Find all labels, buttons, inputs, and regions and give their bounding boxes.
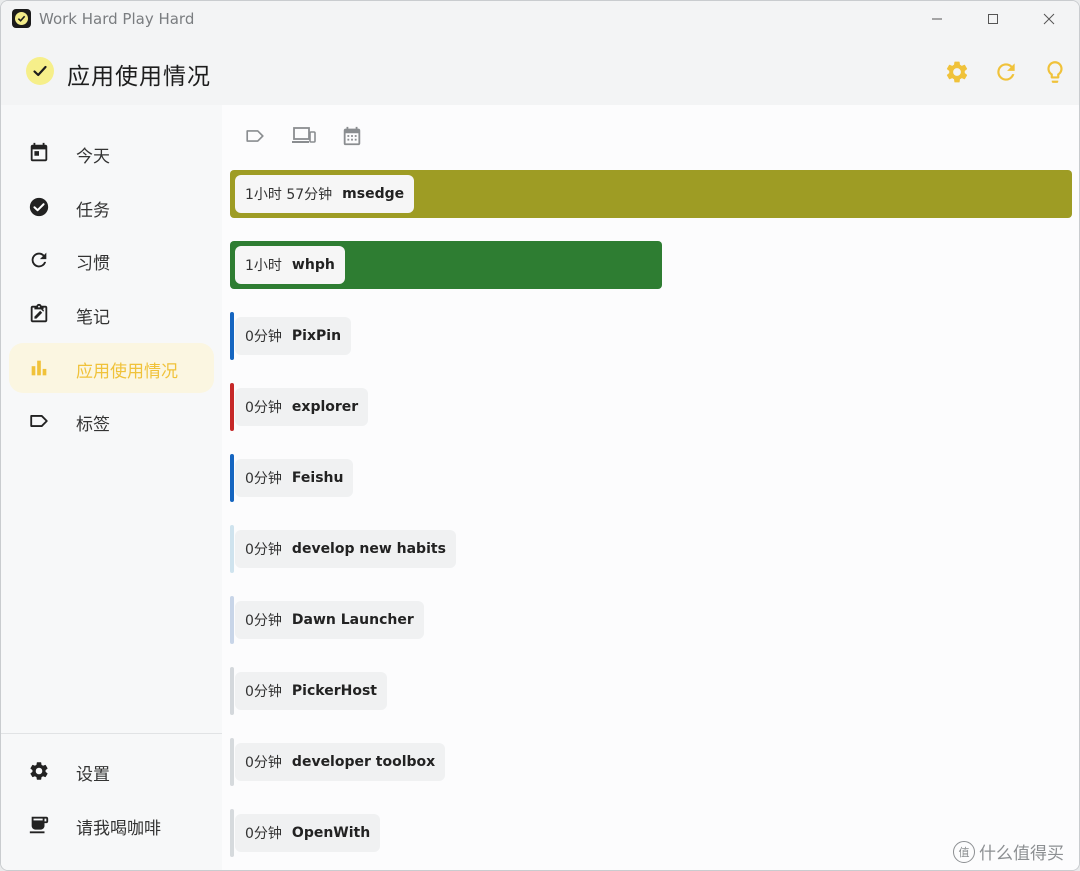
calendar-today-icon (27, 141, 51, 165)
watermark-text: 什么值得买 (979, 844, 1064, 864)
sidebar-item-settings[interactable]: 设置 (9, 746, 214, 796)
usage-label: 0分钟 develop new habits (235, 530, 456, 568)
usage-app-name: Feishu (291, 470, 344, 486)
usage-label: 0分钟 explorer (235, 388, 369, 426)
sidebar-divider (1, 733, 222, 734)
sidebar: 今天 任务 习惯 笔记 应用使用情况 标签 设置 请我喝咖啡 (1, 105, 222, 870)
title-bar: Work Hard Play Hard (1, 1, 1079, 37)
sidebar-item-buy-coffee[interactable]: 请我喝咖啡 (9, 800, 214, 850)
usage-duration: 0分钟 (245, 613, 282, 629)
lightbulb-icon[interactable] (1040, 57, 1070, 87)
app-window: Work Hard Play Hard 应用使用情况 今天 任务 习惯 笔记 应… (0, 0, 1080, 871)
usage-app-name: whph (291, 257, 335, 273)
usage-duration: 0分钟 (245, 755, 282, 771)
usage-bar (230, 667, 234, 715)
usage-panel: 1小时 57分钟 msedge 1小时 whph 0分钟 PixPin 0分钟 explore… (222, 105, 1079, 870)
usage-label: 0分钟 Dawn Launcher (235, 601, 424, 639)
usage-label: 0分钟 OpenWith (235, 814, 381, 852)
usage-bar (230, 383, 234, 431)
refresh-icon[interactable] (991, 57, 1021, 87)
usage-label: 0分钟 PixPin (235, 317, 352, 355)
page-header: 应用使用情况 (1, 37, 1079, 105)
usage-bar (230, 312, 234, 360)
usage-duration: 0分钟 (245, 471, 282, 487)
usage-bar (230, 738, 234, 786)
bar-chart-icon (27, 356, 51, 380)
usage-app-name: developer toolbox (291, 754, 436, 770)
usage-duration: 0分钟 (245, 329, 282, 345)
usage-duration: 0分钟 (245, 826, 282, 842)
usage-label: 0分钟 developer toolbox (235, 743, 446, 781)
sidebar-item-notes[interactable]: 笔记 (9, 289, 214, 339)
usage-app-name: Dawn Launcher (291, 612, 414, 628)
settings-icon[interactable] (942, 57, 972, 87)
usage-app-name: msedge (342, 186, 405, 202)
refresh-icon (27, 248, 51, 272)
coffee-cup-icon (27, 813, 51, 837)
tag-icon (27, 409, 51, 433)
gear-icon (27, 759, 51, 783)
usage-label: 1小时 whph (235, 246, 345, 284)
watermark: 值 什么值得买 (953, 839, 1064, 864)
watermark-badge: 值 (953, 840, 975, 863)
page-title: 应用使用情况 (67, 64, 211, 90)
close-button[interactable] (1021, 1, 1077, 37)
sidebar-item-tasks[interactable]: 任务 (9, 182, 214, 232)
check-circle-icon (27, 195, 51, 219)
device-filter-icon[interactable] (289, 121, 319, 151)
usage-duration: 0分钟 (245, 684, 282, 700)
tag-filter-icon[interactable] (240, 121, 270, 151)
sidebar-item-habits[interactable]: 习惯 (9, 235, 214, 285)
usage-bar (230, 454, 234, 502)
minimize-button[interactable] (909, 1, 965, 37)
usage-duration: 0分钟 (245, 542, 282, 558)
sidebar-item-app-usage[interactable]: 应用使用情况 (9, 343, 214, 393)
usage-duration: 1小时 57分钟 (245, 187, 333, 203)
usage-app-name: OpenWith (291, 825, 371, 841)
sidebar-item-today[interactable]: 今天 (9, 128, 214, 178)
usage-app-name: explorer (291, 399, 359, 415)
usage-bar (230, 525, 234, 573)
app-logo-icon (12, 9, 31, 28)
usage-app-name: PixPin (291, 328, 342, 344)
usage-label: 0分钟 Feishu (235, 459, 354, 497)
usage-bar (230, 809, 234, 857)
usage-duration: 0分钟 (245, 400, 282, 416)
usage-label: 0分钟 PickerHost (235, 672, 387, 710)
window-title: Work Hard Play Hard (39, 10, 195, 28)
date-filter-icon[interactable] (337, 121, 367, 151)
usage-app-name: PickerHost (291, 683, 377, 699)
sidebar-item-tags[interactable]: 标签 (9, 396, 214, 446)
usage-app-name: develop new habits (291, 541, 446, 557)
usage-label: 1小时 57分钟 msedge (235, 175, 415, 213)
usage-bar (230, 596, 234, 644)
maximize-button[interactable] (965, 1, 1021, 37)
note-edit-icon (27, 302, 51, 326)
check-logo-icon (26, 57, 54, 85)
usage-duration: 1小时 (245, 258, 282, 274)
